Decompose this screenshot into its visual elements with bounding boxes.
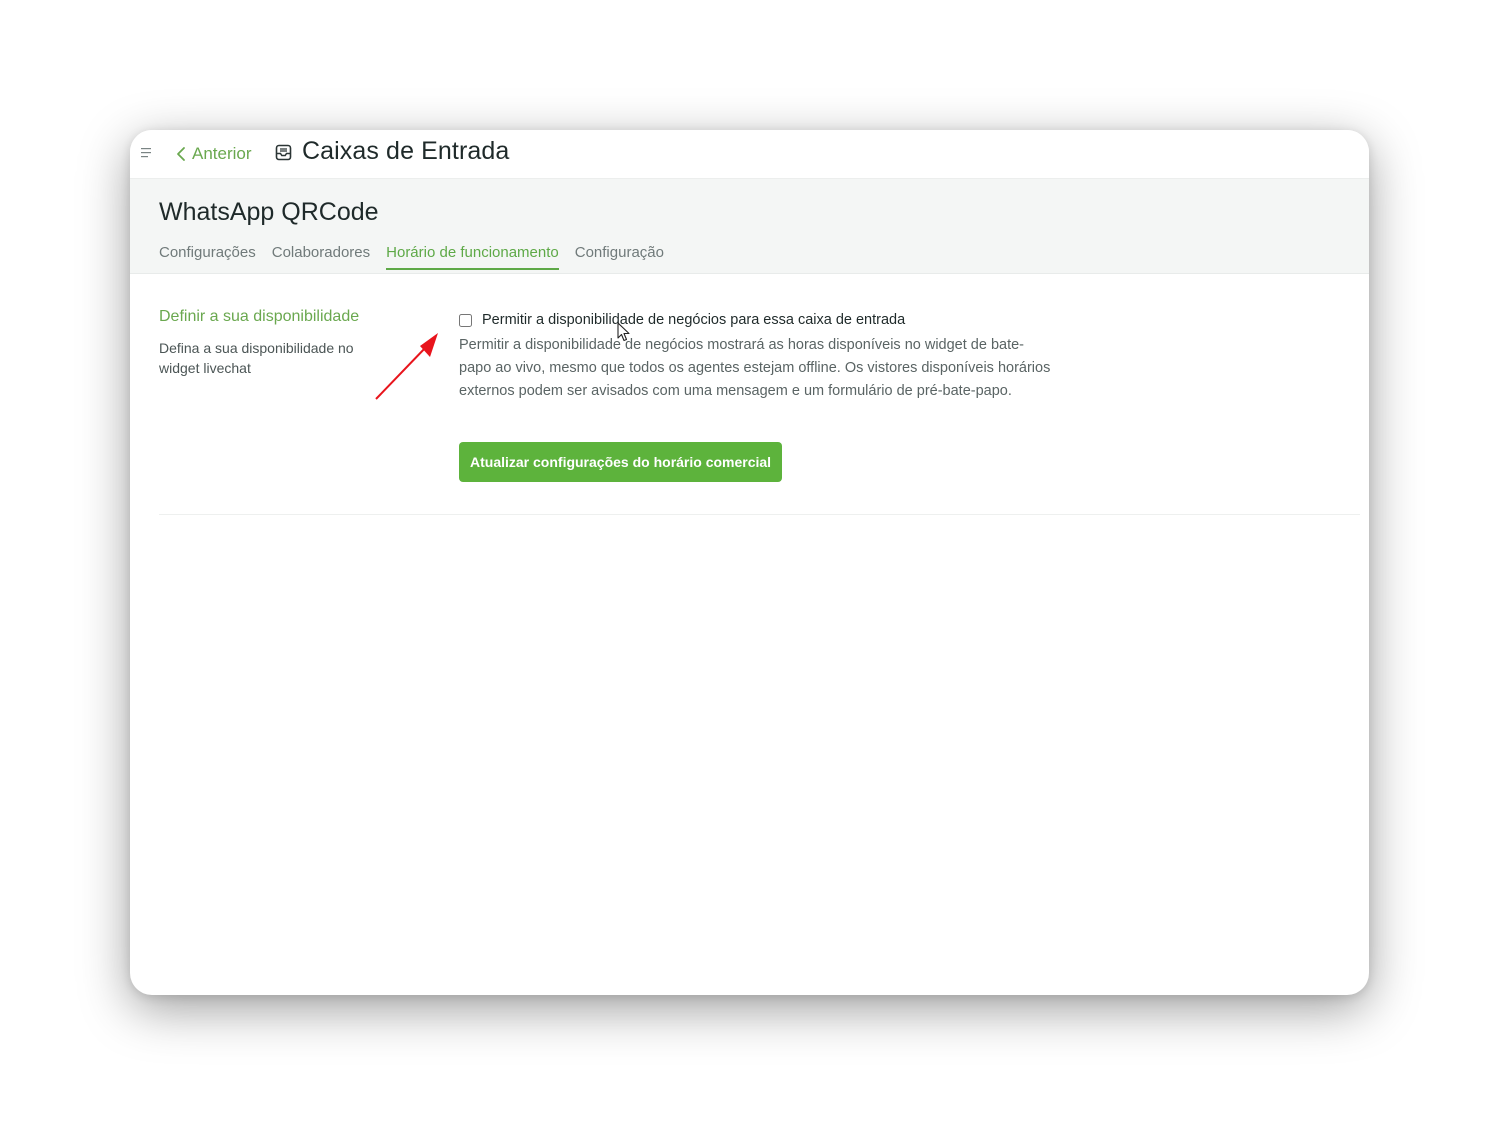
back-label: Anterior [192,144,252,163]
tab-configuracao[interactable]: Configuração [575,244,664,270]
business-hours-toggle[interactable]: Permitir a disponibilidade de negócios p… [459,312,905,328]
app-window: Anterior Caixas de Entrada WhatsApp QRCo… [130,130,1369,995]
tab-horario-de-funcionamento[interactable]: Horário de funcionamento [386,244,559,270]
business-hours-help-text: Permitir a disponibilidade de negócios m… [459,337,1051,399]
tab-colaboradores[interactable]: Colaboradores [272,244,370,270]
availability-heading: Definir a sua disponibilidade [159,308,360,325]
availability-description: Defina a sua disponibilidade no widget l… [159,340,354,376]
inbox-icon [275,144,292,161]
page-title: Caixas de Entrada [302,137,510,165]
chevron-left-icon [177,147,185,161]
tab-configuracoes[interactable]: Configurações [159,244,256,270]
update-business-hours-button[interactable]: Atualizar configurações do horário comer… [459,442,783,482]
back-button[interactable]: Anterior [176,142,252,166]
section-divider [159,514,1360,515]
business-hours-checkbox-label[interactable]: Permitir a disponibilidade de negócios p… [482,312,905,328]
inbox-header: WhatsApp QRCode Configurações Colaborado… [130,179,1369,274]
settings-tabs: Configurações Colaboradores Horário de f… [159,244,664,270]
business-hours-checkbox[interactable] [459,313,472,327]
top-bar: Anterior Caixas de Entrada [130,130,1369,179]
hamburger-menu-icon[interactable] [141,147,153,159]
inbox-name: WhatsApp QRCode [159,198,379,226]
